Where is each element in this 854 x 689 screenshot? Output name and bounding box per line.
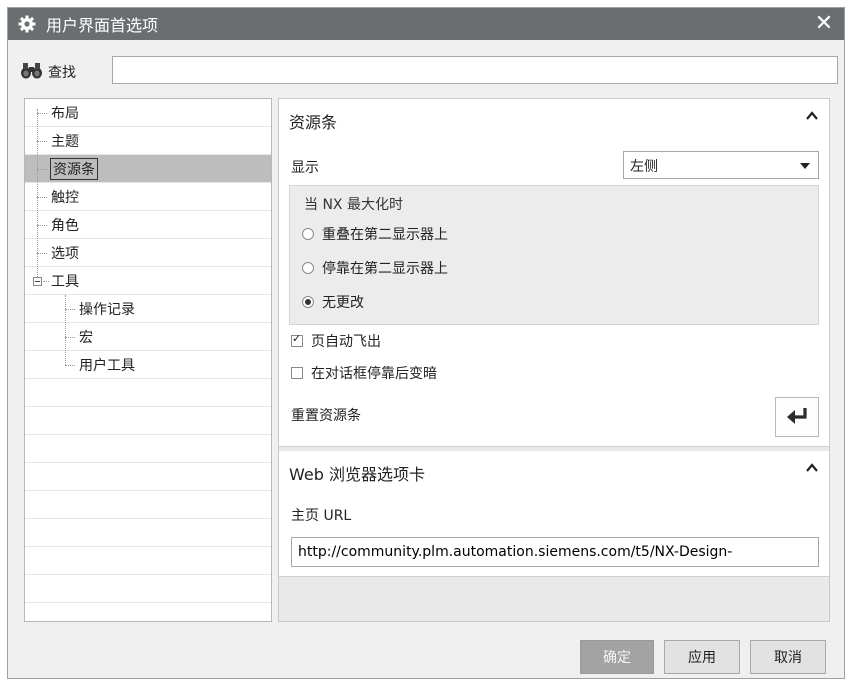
panel-title: 资源条 xyxy=(289,113,338,132)
preferences-dialog: 用户界面首选项 ✕ 查找 布局 主题 资源条 触控 角色 选项 工具 操作记录 … xyxy=(7,7,845,679)
tree-item-label: 布局 xyxy=(51,106,79,122)
resource-bar-panel: 资源条 显示 左侧 当 NX 最大化时 重叠在第二显示器上 停靠在第二显示器上 xyxy=(279,99,829,447)
panel-title: Web 浏览器选项卡 xyxy=(289,465,425,484)
search-label: 查找 xyxy=(48,65,76,81)
checkbox-label: 在对话框停靠后变暗 xyxy=(311,366,437,382)
radio-label: 无更改 xyxy=(322,295,364,311)
tree-item-user-tools[interactable]: 用户工具 xyxy=(25,351,271,379)
caret-down-icon xyxy=(800,163,810,169)
title-bar: 用户界面首选项 ✕ xyxy=(8,8,844,40)
tree-item-theme[interactable]: 主题 xyxy=(25,127,271,155)
tree-item-label: 用户工具 xyxy=(79,358,135,374)
collapse-icon[interactable] xyxy=(33,277,42,286)
tree-item-label: 主题 xyxy=(51,134,79,150)
tree-item-touch[interactable]: 触控 xyxy=(25,183,271,211)
tree-empty-row xyxy=(25,547,271,575)
reset-label: 重置资源条 xyxy=(291,408,361,424)
radio-icon xyxy=(302,228,314,240)
web-browser-panel: Web 浏览器选项卡 主页 URL xyxy=(279,451,829,577)
tree-item-label: 角色 xyxy=(51,218,79,234)
tree-item-label: 操作记录 xyxy=(79,302,135,318)
tree-item-label: 选项 xyxy=(51,246,79,262)
dim-after-dock-checkbox[interactable]: 在对话框停靠后变暗 xyxy=(291,363,437,383)
tree-item-role[interactable]: 角色 xyxy=(25,211,271,239)
checkbox-checked-icon xyxy=(291,332,303,347)
apply-button[interactable]: 应用 xyxy=(664,640,740,674)
home-url-label: 主页 URL xyxy=(291,508,352,524)
ok-button[interactable]: 确定 xyxy=(580,640,654,674)
settings-area: 资源条 显示 左侧 当 NX 最大化时 重叠在第二显示器上 停靠在第二显示器上 xyxy=(278,98,830,622)
radio-selected-icon xyxy=(302,296,314,308)
group-title: 当 NX 最大化时 xyxy=(304,197,403,213)
tree-empty-row xyxy=(25,407,271,435)
tree-item-label: 宏 xyxy=(79,330,93,346)
tree-empty-row xyxy=(25,379,271,407)
auto-flyout-checkbox[interactable]: 页自动飞出 xyxy=(291,331,381,351)
undo-arrow-icon xyxy=(785,405,809,429)
tree-item-macro[interactable]: 宏 xyxy=(25,323,271,351)
home-url-input[interactable] xyxy=(291,537,819,567)
display-select-value: 左侧 xyxy=(630,159,658,175)
tree-empty-row xyxy=(25,491,271,519)
display-select[interactable]: 左侧 xyxy=(623,151,819,179)
tree-item-tools[interactable]: 工具 xyxy=(25,267,271,295)
tree-item-options[interactable]: 选项 xyxy=(25,239,271,267)
search-input[interactable] xyxy=(112,56,838,84)
binoculars-icon xyxy=(20,62,42,80)
tree-empty-row xyxy=(25,575,271,603)
checkbox-icon xyxy=(291,367,303,379)
display-label: 显示 xyxy=(291,160,319,176)
tree-item-label: 资源条 xyxy=(50,158,98,180)
cancel-button[interactable]: 取消 xyxy=(750,640,826,674)
tree-item-label: 工具 xyxy=(51,274,79,290)
window-title: 用户界面首选项 xyxy=(46,16,159,35)
checkbox-label: 页自动飞出 xyxy=(311,334,381,350)
tree-item-journal[interactable]: 操作记录 xyxy=(25,295,271,323)
radio-overlap-second-monitor[interactable]: 重叠在第二显示器上 xyxy=(302,224,448,244)
gear-icon xyxy=(16,13,38,35)
radio-no-change[interactable]: 无更改 xyxy=(302,292,364,312)
category-tree: 布局 主题 资源条 触控 角色 选项 工具 操作记录 宏 用户工具 xyxy=(24,98,272,622)
radio-label: 停靠在第二显示器上 xyxy=(322,261,448,277)
chevron-up-icon[interactable] xyxy=(805,109,819,123)
tree-empty-row xyxy=(25,435,271,463)
tree-empty-row xyxy=(25,519,271,547)
chevron-up-icon[interactable] xyxy=(805,461,819,475)
tree-item-layout[interactable]: 布局 xyxy=(25,99,271,127)
tree-empty-row xyxy=(25,463,271,491)
tree-item-resource-bar[interactable]: 资源条 xyxy=(25,155,271,183)
close-button[interactable]: ✕ xyxy=(810,10,838,38)
tree-item-label: 触控 xyxy=(51,190,79,206)
radio-label: 重叠在第二显示器上 xyxy=(322,227,448,243)
reset-resource-bar-button[interactable] xyxy=(775,397,819,437)
radio-icon xyxy=(302,262,314,274)
radio-dock-second-monitor[interactable]: 停靠在第二显示器上 xyxy=(302,258,448,278)
search-row: 查找 xyxy=(16,56,838,86)
maximized-group: 当 NX 最大化时 重叠在第二显示器上 停靠在第二显示器上 无更改 xyxy=(289,185,819,325)
